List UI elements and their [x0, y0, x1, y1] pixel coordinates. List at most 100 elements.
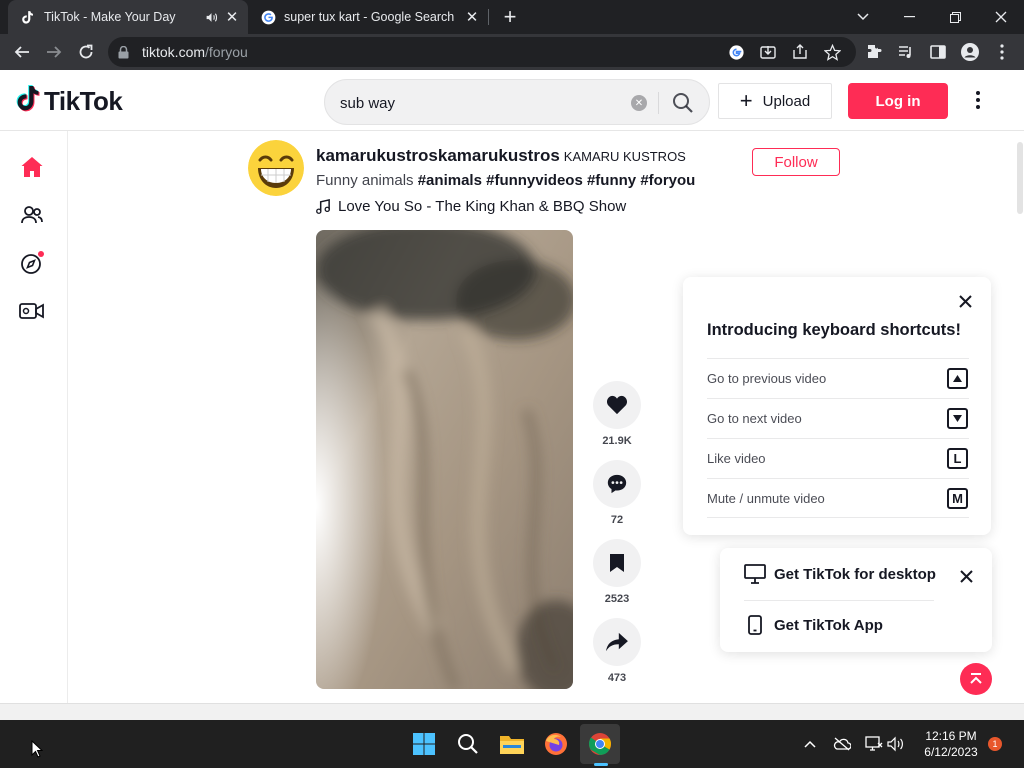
music-title: Love You So - The King Khan & BBQ Show — [338, 198, 627, 215]
hashtag-link[interactable]: #funny — [587, 172, 636, 189]
comment-action: 72 — [593, 460, 641, 526]
onedrive-icon[interactable] — [832, 734, 852, 754]
network-icon[interactable] — [864, 734, 884, 754]
more-menu-icon[interactable] — [966, 88, 990, 112]
phone-icon — [744, 614, 766, 636]
tab-title: super tux kart - Google Search — [284, 10, 455, 24]
media-control-icon[interactable] — [892, 38, 920, 66]
system-clock[interactable]: 12:16 PM 6/12/2023 — [916, 728, 986, 760]
volume-icon[interactable] — [886, 734, 906, 754]
music-link[interactable]: Love You So - The King Khan & BBQ Show — [316, 198, 626, 215]
comment-icon[interactable] — [593, 460, 641, 508]
browser-tab-strip: TikTok - Make Your Day ✕ super tux kart … — [0, 0, 1024, 34]
follow-button[interactable]: Follow — [752, 148, 840, 176]
shortcut-row: Go to next video — [707, 398, 969, 438]
get-desktop-app-link[interactable]: Get TikTok for desktop — [744, 549, 936, 599]
tiktok-logo[interactable]: TikTok — [16, 84, 123, 118]
firefox-icon[interactable] — [536, 724, 576, 764]
scrollbar-thumb[interactable] — [1017, 142, 1023, 214]
windows-start-icon[interactable] — [404, 724, 444, 764]
chrome-icon[interactable] — [580, 724, 620, 764]
post-caption: Funny animals — [316, 172, 414, 189]
share-page-icon[interactable] — [790, 42, 810, 62]
address-bar[interactable]: tiktok.com/foryou — [108, 37, 856, 67]
shortcut-label: Like video — [707, 451, 766, 466]
avatar[interactable] — [248, 140, 304, 196]
home-icon[interactable] — [18, 153, 46, 181]
search-bar: ✕ — [324, 79, 710, 125]
bookmark-star-icon[interactable] — [822, 42, 842, 62]
shortcut-label: Mute / unmute video — [707, 490, 825, 506]
close-tab-icon[interactable]: ✕ — [222, 7, 242, 27]
reload-button[interactable] — [72, 38, 100, 66]
close-icon[interactable] — [956, 566, 976, 586]
following-icon[interactable] — [18, 201, 46, 229]
search-divider — [658, 92, 659, 114]
keyboard-shortcuts-panel: Introducing keyboard shortcuts! Go to pr… — [683, 277, 991, 535]
scroll-to-top-button[interactable] — [960, 663, 992, 695]
upload-label: Upload — [762, 92, 811, 110]
upload-button[interactable]: + Upload — [718, 83, 832, 119]
close-window-button[interactable] — [978, 0, 1024, 34]
post-description: Funny animals #animals #funnyvideos #fun… — [316, 172, 695, 189]
chrome-menu-icon[interactable] — [988, 38, 1016, 66]
profile-icon[interactable] — [956, 38, 984, 66]
new-tab-button[interactable]: + — [498, 4, 522, 29]
chevron-up-icon[interactable] — [800, 734, 820, 754]
shortcut-key: M — [947, 487, 968, 509]
close-icon[interactable] — [955, 291, 975, 311]
clear-search-icon[interactable]: ✕ — [631, 95, 647, 111]
tab-title: TikTok - Make Your Day — [44, 10, 176, 24]
search-icon[interactable] — [448, 724, 488, 764]
minimize-button[interactable] — [886, 0, 932, 34]
windows-taskbar: 12:16 PM 6/12/2023 — [0, 720, 1024, 768]
tab-tiktok[interactable]: TikTok - Make Your Day ✕ — [8, 0, 248, 34]
lock-icon[interactable] — [118, 45, 134, 59]
extensions-icon[interactable] — [860, 38, 888, 66]
get-mobile-app-link[interactable]: Get TikTok App — [744, 600, 883, 650]
plus-icon: + — [739, 88, 753, 113]
mouse-cursor-icon — [31, 739, 44, 763]
hashtag-link[interactable]: #animals — [418, 172, 482, 189]
speaker-icon[interactable] — [202, 8, 220, 26]
side-panel-icon[interactable] — [924, 38, 952, 66]
file-explorer-icon[interactable] — [492, 724, 532, 764]
share-count: 473 — [607, 672, 627, 684]
author-id[interactable]: kamarukustroskamarukustros — [316, 146, 560, 165]
shortcut-row: Mute / unmute video M — [707, 478, 969, 518]
explore-icon[interactable] — [18, 249, 46, 277]
share-icon[interactable] — [593, 618, 641, 666]
google-lens-icon[interactable] — [726, 42, 746, 62]
close-tab-icon[interactable]: ✕ — [462, 7, 482, 27]
share-action: 473 — [593, 618, 641, 684]
tab-google-search[interactable]: super tux kart - Google Search ✕ — [248, 0, 488, 34]
live-icon[interactable] — [18, 297, 46, 325]
hashtag-link[interactable]: #foryou — [640, 172, 695, 189]
shortcuts-title: Introducing keyboard shortcuts! — [707, 321, 961, 339]
tiktok-header: TikTok ✕ + Upload Log in — [0, 70, 1024, 131]
left-sidebar — [0, 131, 68, 703]
forward-button[interactable] — [40, 38, 68, 66]
shortcut-label: Go to next video — [707, 411, 802, 426]
bookmark-icon[interactable] — [593, 539, 641, 587]
author-nickname: KAMARU KUSTROS — [563, 149, 686, 164]
get-tiktok-panel: Get TikTok for desktop Get TikTok App — [720, 548, 992, 652]
horizontal-scrollbar[interactable] — [0, 703, 1024, 720]
hashtag-link[interactable]: #funnyvideos — [486, 172, 583, 189]
notification-badge[interactable]: 1 — [988, 737, 1002, 751]
browser-toolbar: tiktok.com/foryou — [0, 34, 1024, 70]
back-button[interactable] — [8, 38, 36, 66]
music-note-icon — [316, 199, 332, 215]
install-app-icon[interactable] — [758, 42, 778, 62]
author-info[interactable]: kamarukustroskamarukustros KAMARU KUSTROS — [316, 146, 686, 166]
search-button[interactable] — [665, 88, 701, 118]
save-count: 2523 — [604, 593, 630, 605]
tab-search-icon[interactable] — [840, 0, 886, 34]
google-icon — [260, 9, 276, 25]
video-player[interactable] — [316, 230, 573, 689]
login-button[interactable]: Log in — [848, 83, 948, 119]
search-input[interactable] — [340, 92, 620, 114]
restore-button[interactable] — [932, 0, 978, 34]
vertical-scrollbar[interactable] — [1016, 131, 1024, 703]
heart-icon[interactable] — [593, 381, 641, 429]
